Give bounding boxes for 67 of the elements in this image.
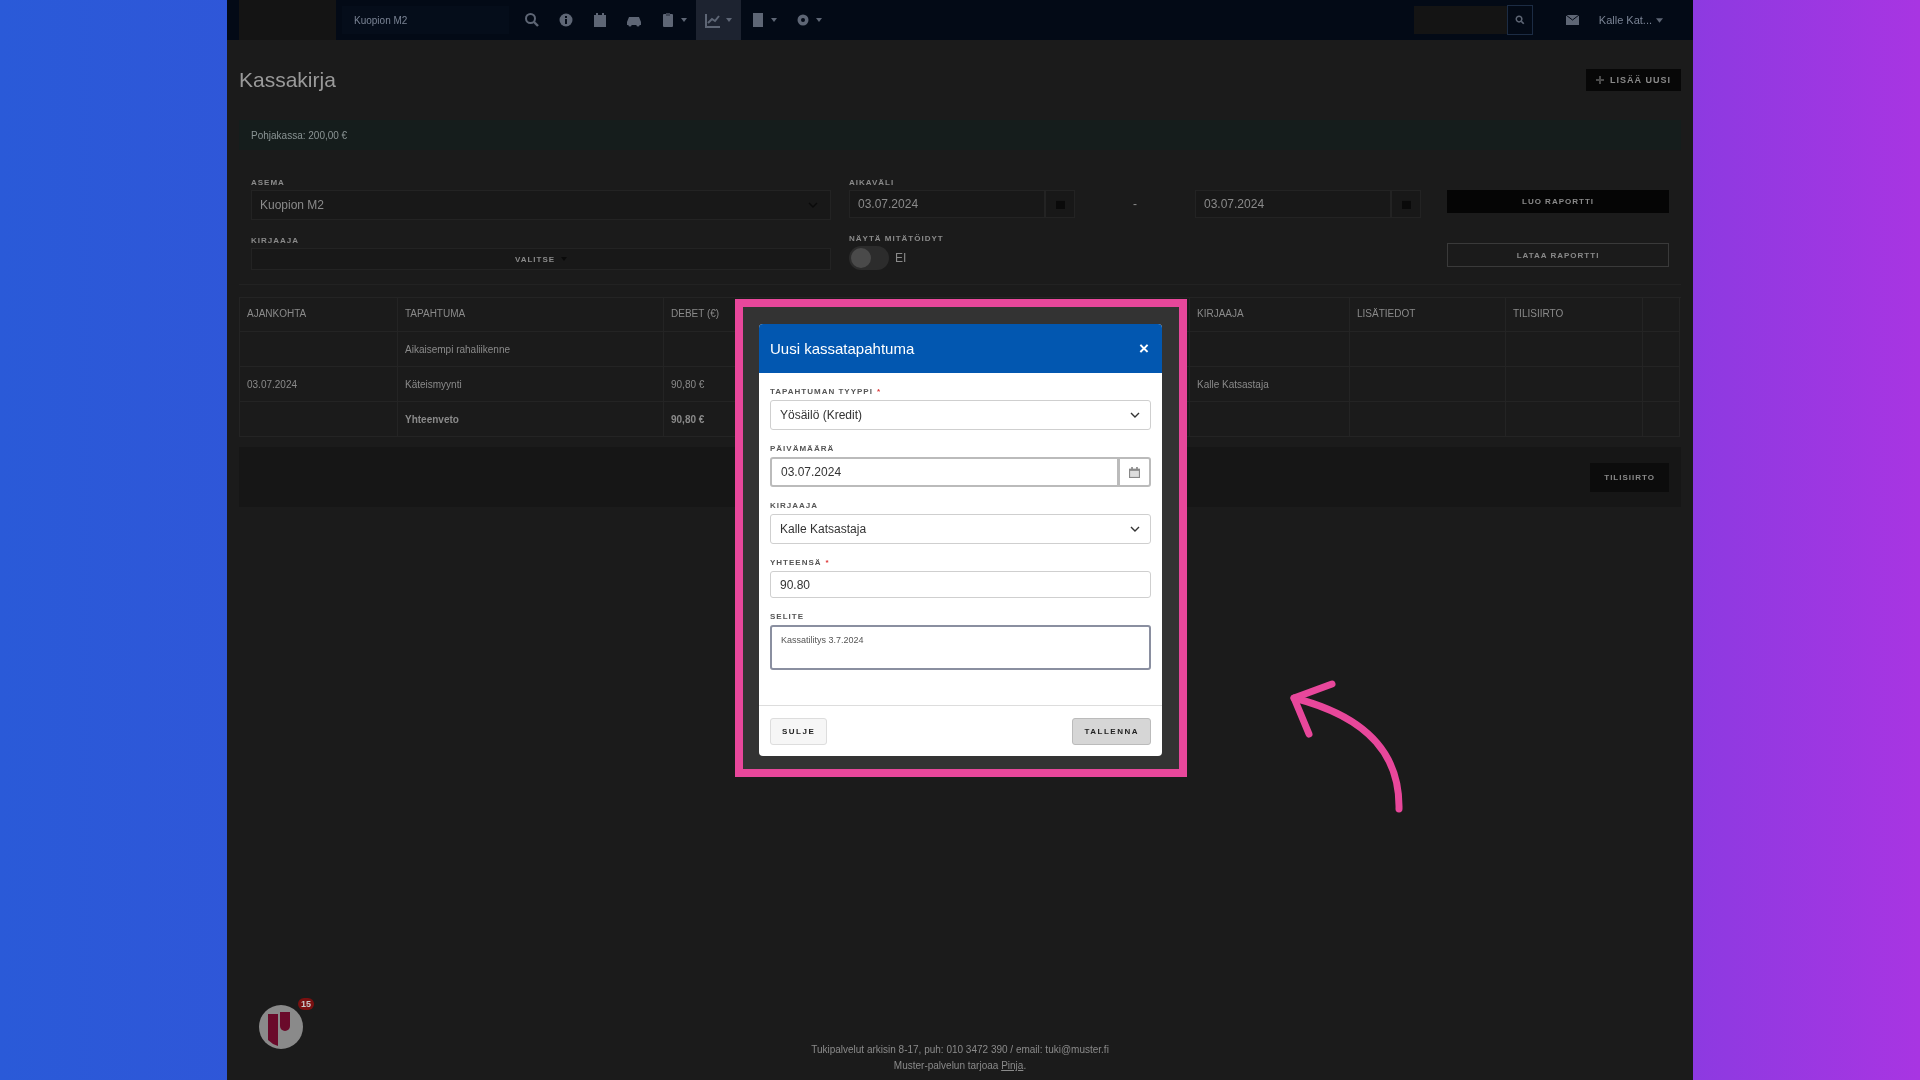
banner-text: Pohjakassa: 200,00 € bbox=[251, 129, 348, 141]
info-icon bbox=[558, 12, 574, 28]
calendar-icon bbox=[592, 12, 608, 28]
station-select[interactable]: Kuopion M2 bbox=[251, 190, 831, 220]
settings-icon bbox=[795, 12, 811, 28]
toggle-label: EI bbox=[895, 251, 907, 265]
mail-icon[interactable] bbox=[1565, 15, 1579, 25]
input-field[interactable]: 90.80 bbox=[770, 571, 1151, 598]
chevron-icon bbox=[1130, 412, 1140, 418]
date-field[interactable]: 03.07.2024 bbox=[770, 457, 1119, 487]
field-label: SELITE bbox=[770, 612, 804, 621]
caret-icon bbox=[1656, 17, 1663, 23]
field-label: YHTEENSÄ bbox=[770, 558, 822, 567]
chevron-icon bbox=[1130, 526, 1140, 532]
required-mark: * bbox=[825, 558, 830, 567]
chart-nav-button[interactable] bbox=[696, 0, 741, 40]
support-text: Tukipalvelut arkisin 8-17, puh: 010 3472 390 / email: tuki@muster.fi bbox=[810, 1043, 1110, 1057]
calendar-icon bbox=[1129, 466, 1140, 478]
field-label: KIRJAAJA bbox=[770, 501, 818, 510]
table-cell: Yhteenveto bbox=[398, 402, 664, 437]
notification-badge: 15 bbox=[298, 998, 314, 1010]
select-field[interactable]: Kalle Katsastaja bbox=[770, 514, 1151, 544]
column-header: LISÄTIEDOT bbox=[1350, 298, 1506, 332]
transfer-button[interactable]: TILISIIRTO bbox=[1590, 462, 1669, 492]
table-cell: Aikaisempi rahaliikenne bbox=[398, 332, 664, 367]
date-field[interactable]: 03.07.2024 bbox=[849, 190, 1045, 218]
recorder-select[interactable]: VALITSE bbox=[251, 248, 831, 270]
close-button[interactable]: SULJE bbox=[770, 717, 828, 745]
field-label: NÄYTÄ MITÄTÖIDYT bbox=[849, 234, 945, 243]
station-select[interactable]: Kuopion M2 bbox=[342, 6, 509, 34]
field-label: ASEMA bbox=[251, 178, 286, 187]
table-cell: 03.07.2024 bbox=[240, 367, 398, 402]
add-new-button[interactable]: LISÄÄ UUSI bbox=[1586, 69, 1681, 91]
close-button[interactable]: × bbox=[1137, 338, 1151, 359]
save-button[interactable]: TALLENNA bbox=[1072, 717, 1151, 745]
chat-widget[interactable]: 15 bbox=[258, 998, 314, 1050]
field-label: TAPAHTUMAN TYYPPI bbox=[770, 387, 873, 396]
search-icon bbox=[524, 12, 540, 28]
calendar-button[interactable] bbox=[1119, 457, 1151, 487]
field-label: KIRJAAJA bbox=[251, 236, 300, 245]
column-header: TAPAHTUMA bbox=[398, 298, 664, 332]
table-cell: Kalle Katsastaja bbox=[1190, 367, 1350, 402]
column-header: TILISIIRTO bbox=[1506, 298, 1643, 332]
modal-title: Uusi kassatapahtuma bbox=[770, 340, 915, 357]
field-label: PÄIVÄMÄÄRÄ bbox=[770, 444, 835, 453]
create-report-button[interactable]: LUO RAPORTTI bbox=[1447, 190, 1669, 213]
search-icon bbox=[1514, 15, 1525, 25]
clipboard-icon bbox=[660, 12, 676, 28]
toggle-switch[interactable] bbox=[849, 246, 889, 270]
page-title: Kassakirja bbox=[239, 68, 336, 92]
chart-icon bbox=[705, 12, 721, 28]
plus-icon bbox=[1596, 76, 1604, 84]
search-field[interactable] bbox=[1413, 6, 1507, 34]
user-menu[interactable]: Kalle Kat... bbox=[1592, 13, 1669, 27]
select-field[interactable]: Yösäilö (Kredit) bbox=[770, 400, 1151, 430]
document-icon bbox=[750, 12, 766, 28]
download-report-button[interactable]: LATAA RAPORTTI bbox=[1447, 243, 1669, 267]
search-button[interactable] bbox=[1506, 5, 1533, 35]
range-separator: - bbox=[1132, 197, 1138, 211]
table-cell: Käteismyynti bbox=[398, 367, 664, 402]
field-label: AIKAVÄLI bbox=[849, 178, 896, 187]
provider-text: Muster-palvelun tarjoaa Pinja. bbox=[892, 1059, 1028, 1073]
column-header: AJANKOHTA bbox=[240, 298, 398, 332]
column-header: KIRJAAJA bbox=[1190, 298, 1350, 332]
date-field[interactable]: 03.07.2024 bbox=[1195, 190, 1391, 218]
required-mark: * bbox=[876, 387, 882, 396]
text-area[interactable]: Kassatilitys 3.7.2024 bbox=[770, 625, 1151, 670]
